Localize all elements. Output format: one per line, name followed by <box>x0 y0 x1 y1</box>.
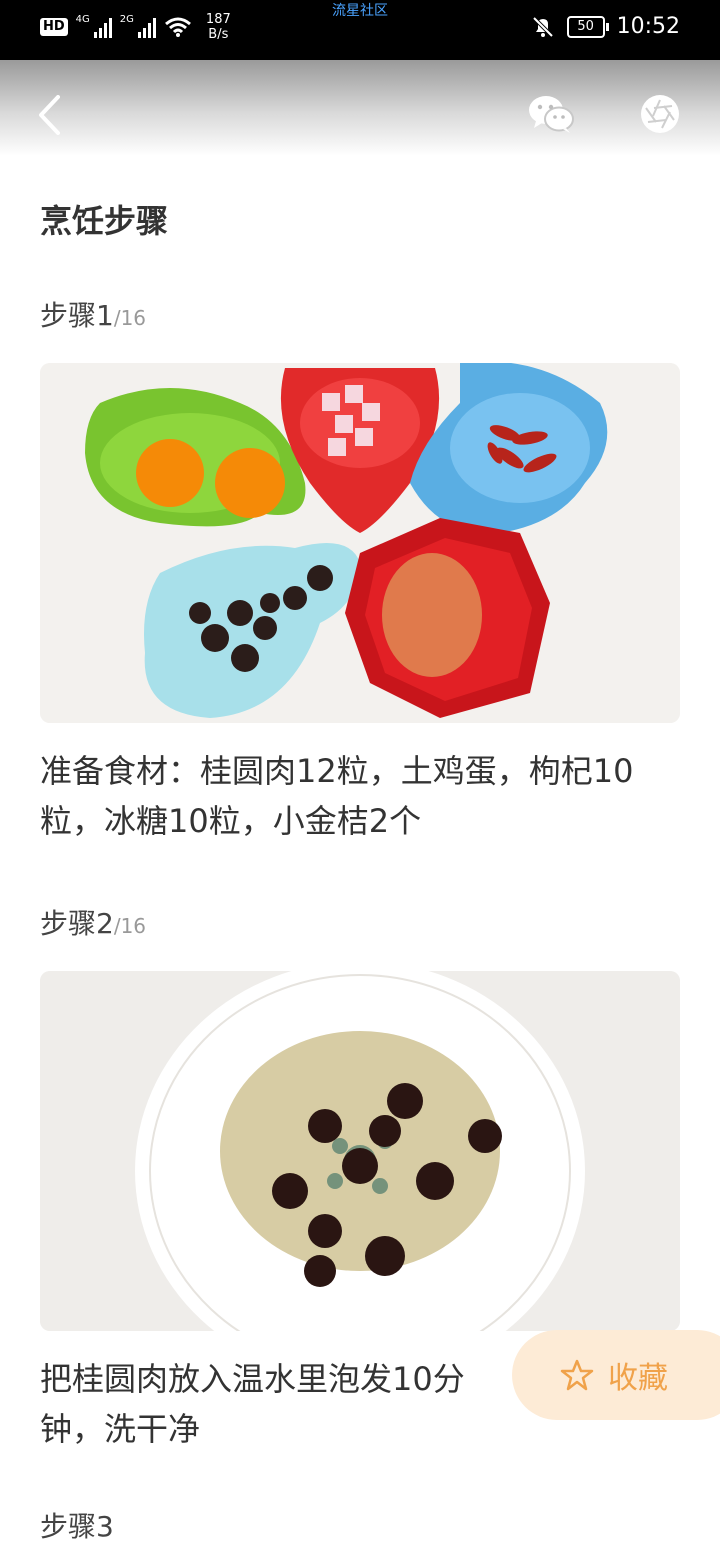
section-title: 烹饪步骤 <box>40 202 169 240</box>
status-bar: 流星社区 HD 4G 2G 187 B/s 50 10:52 <box>0 0 720 60</box>
step-label: 步骤1/16 <box>40 294 146 334</box>
step-photo[interactable] <box>40 971 680 1331</box>
status-right: 50 10:52 <box>531 14 680 39</box>
status-left: HD 4G 2G 187 B/s <box>40 12 231 42</box>
chevron-left-icon[interactable] <box>38 95 60 135</box>
favorite-button[interactable]: 收藏 <box>512 1330 720 1420</box>
step-description: 准备食材：桂圆肉12粒，土鸡蛋，枸杞10粒，冰糖10粒，小金桔2个 <box>40 752 634 840</box>
step-total: /16 <box>113 306 147 330</box>
star-icon <box>560 1359 594 1391</box>
network-speed: 187 B/s <box>206 12 231 42</box>
clock: 10:52 <box>616 14 680 39</box>
signal-icon <box>93 16 112 38</box>
top-nav-bar <box>0 60 720 156</box>
sim1-network: 4G <box>75 13 90 25</box>
step-number: 步骤3 <box>40 1510 114 1543</box>
speed-value: 187 <box>205 12 231 27</box>
moments-icon[interactable] <box>640 94 680 134</box>
step-description: 把桂圆肉放入温水里泡发10分钟，洗干净 <box>40 1360 465 1448</box>
step-photo[interactable] <box>40 363 680 723</box>
battery-indicator: 50 <box>566 15 609 38</box>
speed-unit: B/s <box>208 27 229 42</box>
step-total: /16 <box>113 914 147 938</box>
soaking-photo <box>40 971 680 1331</box>
hd-badge: HD <box>40 18 68 36</box>
step-number: 步骤2 <box>40 907 114 940</box>
ingredients-photo <box>40 363 680 723</box>
wifi-icon <box>164 17 191 37</box>
mute-bell-icon <box>532 16 554 37</box>
step-number: 步骤1 <box>40 299 114 332</box>
wechat-icon[interactable] <box>528 94 574 134</box>
step-label: 步骤3 <box>40 1505 114 1545</box>
step-label: 步骤2/16 <box>40 902 146 942</box>
signal-icon <box>137 16 156 38</box>
sim2-network: 2G <box>119 13 134 25</box>
favorite-label: 收藏 <box>608 1361 668 1396</box>
